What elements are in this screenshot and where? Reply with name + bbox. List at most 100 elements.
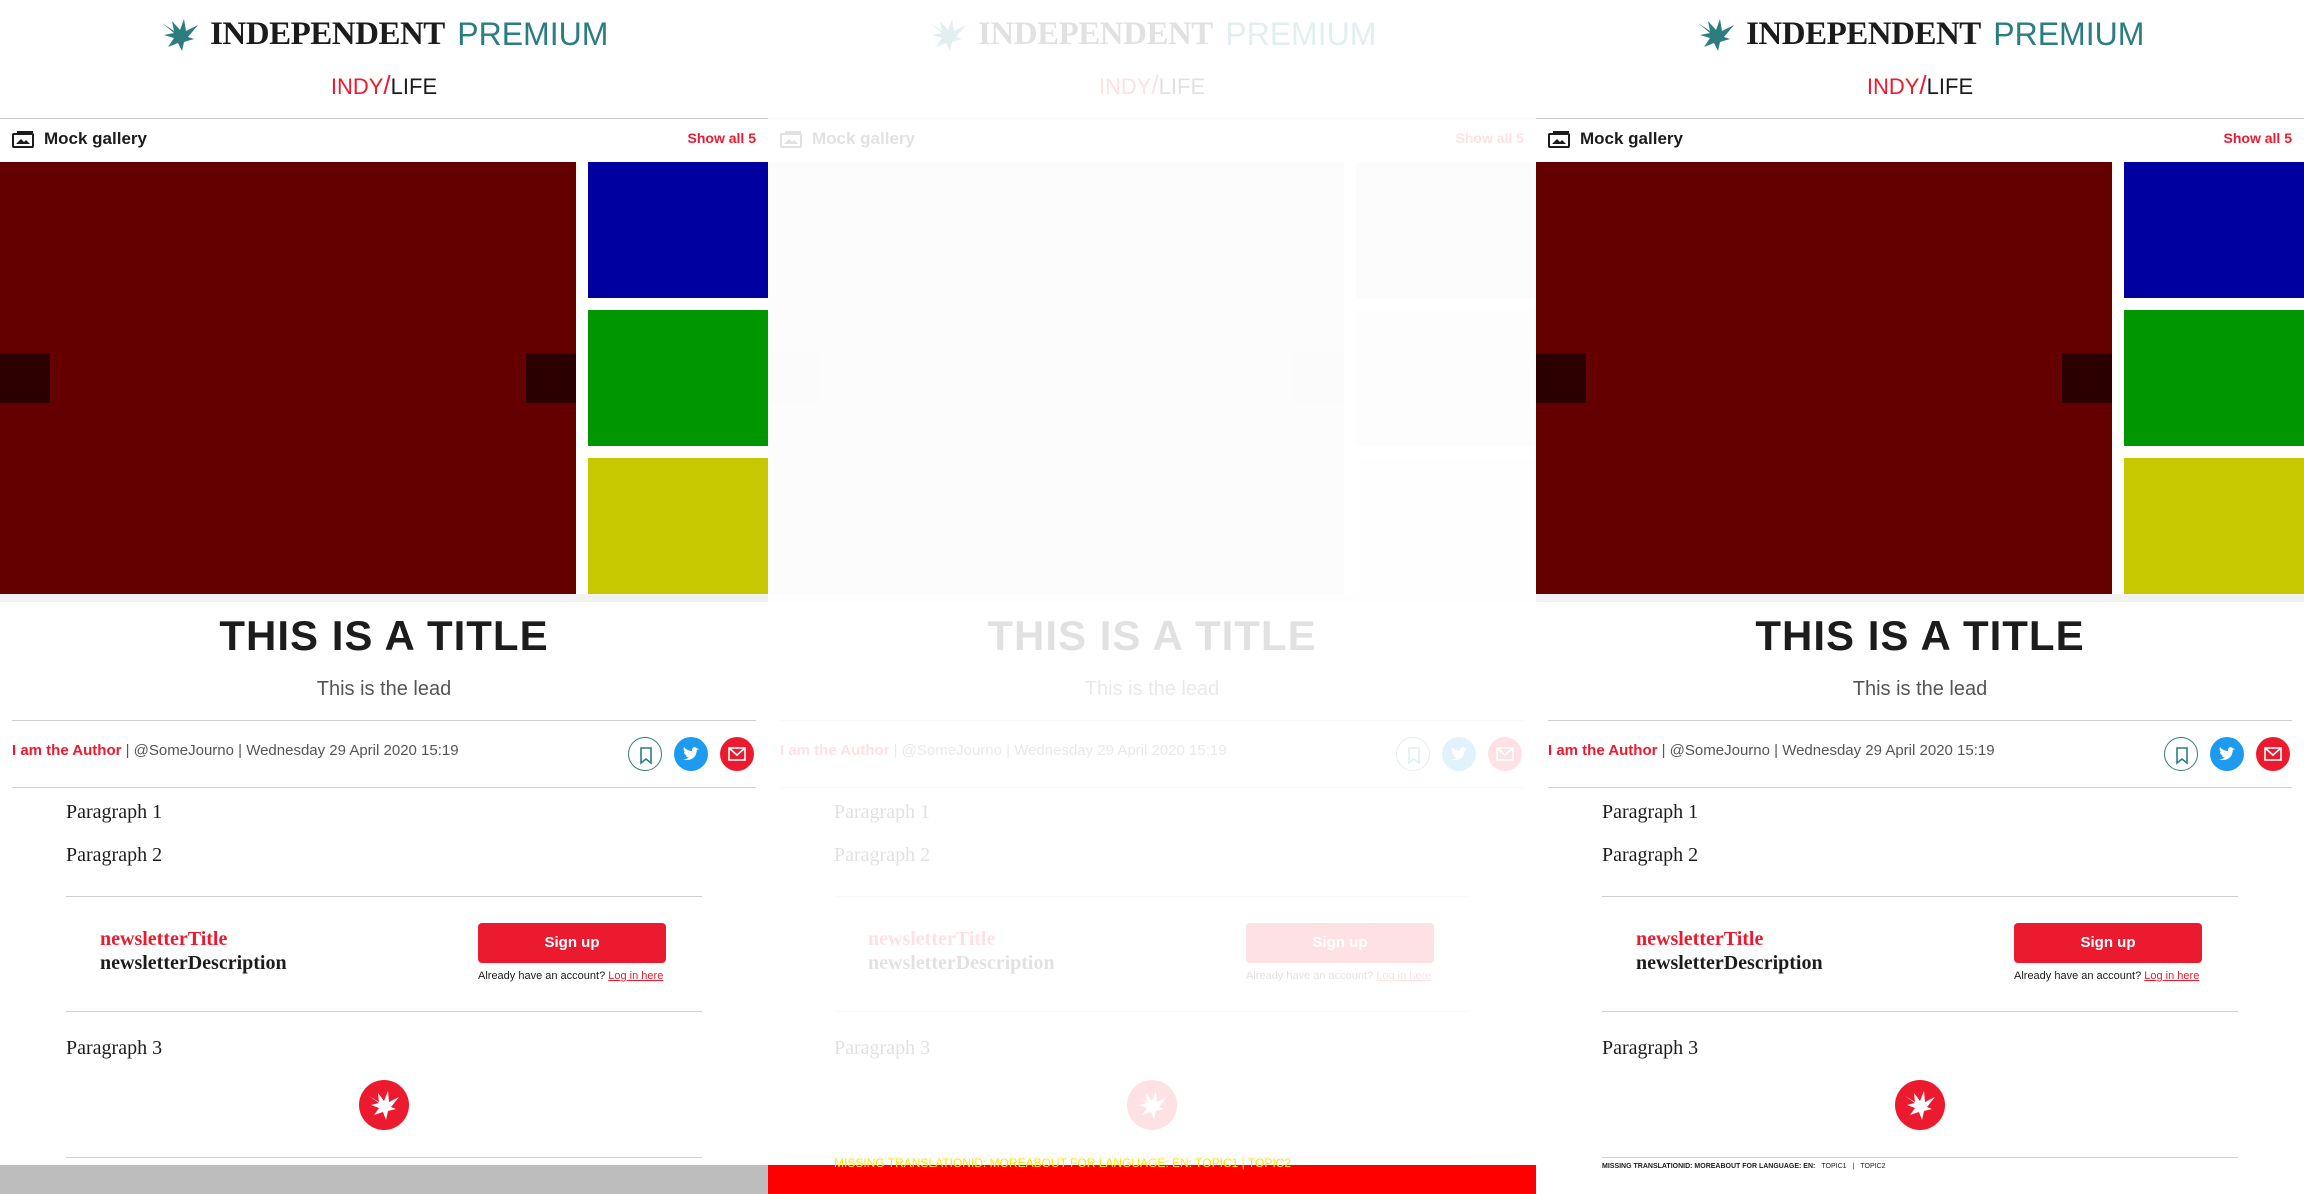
author-handle: | @SomeJourno | xyxy=(889,742,1015,759)
section-label[interactable]: INDY/LIFE xyxy=(0,70,768,101)
publish-date: Wednesday 29 April 2020 15:19 xyxy=(246,742,459,759)
author-handle: | @SomeJourno | xyxy=(121,742,247,759)
twitter-share-button[interactable] xyxy=(1442,737,1476,771)
topic-link[interactable]: TOPIC2 xyxy=(1860,1163,1885,1170)
gallery-prev-button[interactable] xyxy=(768,353,818,403)
author-link[interactable]: I am the Author xyxy=(780,742,889,759)
author-link[interactable]: I am the Author xyxy=(12,742,121,759)
gallery-title: Mock gallery xyxy=(44,129,147,148)
gallery-thumbnail[interactable] xyxy=(588,458,768,594)
gallery-thumbnail[interactable] xyxy=(2124,458,2304,594)
paragraph: Paragraph 3 xyxy=(1602,1037,1699,1059)
site-header: INDEPENDENT PREMIUM INDY/LIFE xyxy=(1536,0,2304,119)
publish-date: Wednesday 29 April 2020 15:19 xyxy=(1782,742,1995,759)
brand-name: INDEPENDENT xyxy=(978,16,1213,52)
paragraph: Paragraph 3 xyxy=(834,1037,931,1059)
newsletter-description: newsletterDescription xyxy=(868,952,1055,974)
gallery-thumbnail[interactable] xyxy=(2124,310,2304,446)
footer-divider xyxy=(66,1157,702,1158)
author-handle: | @SomeJourno | xyxy=(1657,742,1783,759)
site-logo[interactable]: INDEPENDENT PREMIUM xyxy=(1536,16,2304,53)
gallery-next-button[interactable] xyxy=(526,353,576,403)
gallery-main-image[interactable] xyxy=(0,162,576,594)
account-text: Already have an account? xyxy=(2014,970,2145,982)
signup-button[interactable]: Sign up xyxy=(2014,923,2202,963)
bookmark-button[interactable] xyxy=(2164,737,2198,771)
article-lead: This is the lead xyxy=(1084,678,1220,700)
bookmark-icon xyxy=(2176,747,2188,765)
eagle-logo-icon xyxy=(1697,18,1734,51)
article-divider xyxy=(780,787,1524,788)
paragraph: Paragraph 2 xyxy=(1602,844,1699,866)
twitter-icon xyxy=(2219,747,2235,760)
section-indy: INDY xyxy=(1866,74,1920,99)
gallery-prev-button[interactable] xyxy=(1536,353,1586,403)
site-logo[interactable]: INDEPENDENT PREMIUM xyxy=(0,16,768,53)
gallery-thumbnail[interactable] xyxy=(588,310,768,446)
email-share-button[interactable] xyxy=(720,737,754,771)
signup-button[interactable]: Sign up xyxy=(1246,923,1434,963)
gallery-thumbnail[interactable] xyxy=(1356,458,1536,594)
gallery-next-button[interactable] xyxy=(2062,353,2112,403)
newsletter-divider xyxy=(834,1011,1470,1012)
account-text: Already have an account? xyxy=(478,970,609,982)
paragraph: Paragraph 2 xyxy=(66,844,163,866)
bookmark-button[interactable] xyxy=(628,737,662,771)
twitter-share-button[interactable] xyxy=(674,737,708,771)
section-life: LIFE xyxy=(1926,74,1974,99)
gallery-divider xyxy=(0,594,768,602)
gallery-thumbnail[interactable] xyxy=(588,162,768,298)
newsletter-divider xyxy=(1602,1011,2238,1012)
eagle-logo-icon xyxy=(1895,1080,1945,1130)
gallery-main-image[interactable] xyxy=(768,162,1344,594)
gallery-icon xyxy=(1548,131,1570,148)
show-all-link[interactable]: Show all 5 xyxy=(688,130,756,146)
signup-button[interactable]: Sign up xyxy=(478,923,666,963)
site-logo[interactable]: INDEPENDENT PREMIUM xyxy=(768,16,1536,53)
paragraph: Paragraph 2 xyxy=(834,844,931,866)
section-slash: / xyxy=(383,70,391,100)
show-all-link[interactable]: Show all 5 xyxy=(1456,130,1524,146)
author-link[interactable]: I am the Author xyxy=(1548,742,1657,759)
gallery-thumbnail[interactable] xyxy=(1356,162,1536,298)
email-share-button[interactable] xyxy=(1488,737,1522,771)
article-panel-middle: INDEPENDENT PREMIUM INDY/LIFE Mock galle… xyxy=(768,0,1536,1194)
gallery-thumbnail[interactable] xyxy=(1356,310,1536,446)
missing-translation-label: MISSING TRANSLATIONID: MOREABOUT FOR LAN… xyxy=(1602,1163,1816,1170)
gallery-next-button[interactable] xyxy=(1294,353,1344,403)
paragraph: Paragraph 3 xyxy=(66,1037,163,1059)
twitter-share-button[interactable] xyxy=(2210,737,2244,771)
brand-premium: PREMIUM xyxy=(1993,16,2145,52)
eagle-logo-icon xyxy=(161,18,198,51)
email-share-button[interactable] xyxy=(2256,737,2290,771)
login-link[interactable]: Log in here xyxy=(1376,970,1431,982)
login-link[interactable]: Log in here xyxy=(608,970,663,982)
footer-topics-overflow: MISSING TRANSLATIONID: MOREABOUT FOR LAN… xyxy=(834,1156,1291,1170)
gallery-thumbnail[interactable] xyxy=(2124,162,2304,298)
section-label[interactable]: INDY/LIFE xyxy=(1536,70,2304,101)
publish-date: Wednesday 29 April 2020 15:19 xyxy=(1014,742,1227,759)
twitter-icon xyxy=(683,747,699,760)
article-title: THIS IS A TITLE xyxy=(219,612,549,659)
gallery-icon xyxy=(12,131,34,148)
brand-name: INDEPENDENT xyxy=(210,16,445,52)
bookmark-icon xyxy=(640,747,652,765)
newsletter-divider xyxy=(834,896,1470,897)
section-life: LIFE xyxy=(1158,74,1206,99)
bookmark-button[interactable] xyxy=(1396,737,1430,771)
gallery-prev-button[interactable] xyxy=(0,353,50,403)
gallery-divider xyxy=(768,594,1536,602)
paragraph: Paragraph 1 xyxy=(834,801,931,823)
byline: I am the Author | @SomeJourno | Wednesda… xyxy=(780,742,1227,759)
topic-separator: | xyxy=(1852,1163,1855,1170)
email-icon xyxy=(1496,747,1514,761)
section-label[interactable]: INDY/LIFE xyxy=(768,70,1536,101)
topic-link[interactable]: TOPIC1 xyxy=(1821,1163,1846,1170)
article-lead: This is the lead xyxy=(1852,678,1988,700)
newsletter-divider xyxy=(66,1011,702,1012)
gallery-main-image[interactable] xyxy=(1536,162,2112,594)
footer-bar xyxy=(0,1165,768,1194)
account-prompt: Already have an account? Log in here xyxy=(478,970,663,982)
show-all-link[interactable]: Show all 5 xyxy=(2224,130,2292,146)
login-link[interactable]: Log in here xyxy=(2144,970,2199,982)
